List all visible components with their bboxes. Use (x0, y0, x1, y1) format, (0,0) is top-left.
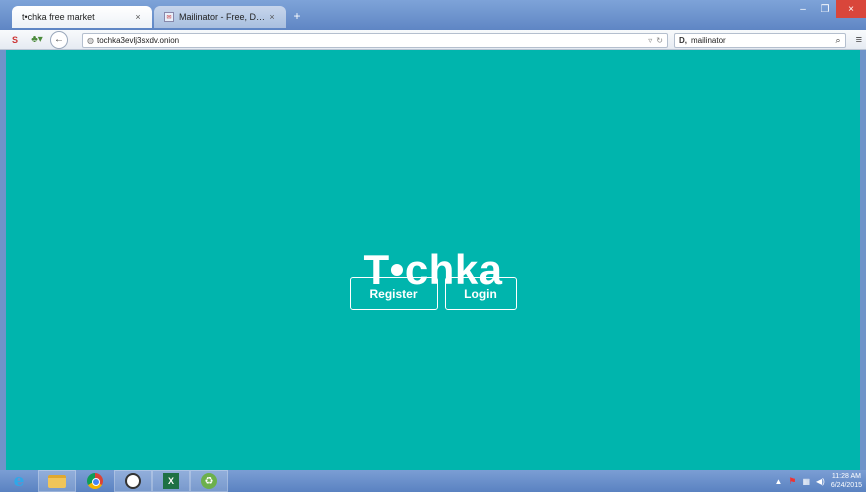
register-button[interactable]: Register (349, 277, 438, 310)
clock-time: 11:28 AM (831, 473, 861, 480)
folder-icon (48, 474, 66, 488)
tab-label: Mailinator - Free, Disposab... (179, 12, 266, 22)
url-actions: ▿ ↻ (648, 36, 667, 45)
chrome-icon (87, 473, 103, 489)
menu-icon[interactable]: ≡ (856, 34, 862, 46)
ie-icon: e (13, 471, 25, 491)
search-input[interactable]: mailinator (691, 36, 831, 45)
window-frame-right (860, 50, 866, 470)
taskbar-explorer[interactable] (38, 470, 76, 492)
auth-buttons: Register Login (6, 277, 860, 310)
network-icon[interactable]: ▦ (802, 477, 810, 486)
new-tab-button[interactable]: + (290, 9, 304, 23)
tab-label: t•chka free market (22, 12, 95, 22)
tab-tochka[interactable]: t•chka free market × (12, 6, 152, 28)
taskbar: e X ♻ ▲ ⚑ ▦ ◀) 11:28 AM 6/24/2015 (0, 470, 866, 492)
close-window-button[interactable]: × (836, 0, 866, 18)
tab-close-icon[interactable]: × (266, 12, 278, 22)
taskbar-clock[interactable]: 11:28 AM 6/24/2015 (831, 472, 862, 490)
reload-icon[interactable]: ↻ (656, 36, 663, 45)
mail-favicon-icon: ✉ (164, 12, 174, 22)
taskbar-ie[interactable]: e (0, 470, 38, 492)
tab-close-icon[interactable]: × (132, 12, 144, 22)
show-hidden-icons-icon[interactable]: ▲ (774, 477, 782, 486)
search-icon[interactable]: ⌕ (831, 35, 845, 46)
taskbar-clock-app[interactable] (114, 470, 152, 492)
navigation-bar: S ♣▾ ← ◍ tochka3evlj3sxdv.onion ▿ ↻ D, m… (0, 30, 866, 50)
taskbar-excel[interactable]: X (152, 470, 190, 492)
search-engine-icon[interactable]: D, (679, 36, 687, 45)
extension-s-icon[interactable]: S (8, 35, 22, 45)
url-bar[interactable]: ◍ tochka3evlj3sxdv.onion ▿ ↻ (82, 33, 668, 48)
tab-mailinator[interactable]: ✉ Mailinator - Free, Disposab... × (154, 6, 286, 28)
minimize-button[interactable]: – (792, 0, 814, 18)
page-content: T•chka Register Login (6, 50, 860, 470)
action-center-flag-icon[interactable]: ⚑ (788, 476, 796, 487)
clock-app-icon (125, 473, 141, 489)
restore-button[interactable]: ❐ (814, 0, 836, 18)
url-text[interactable]: tochka3evlj3sxdv.onion (97, 36, 648, 45)
login-button[interactable]: Login (444, 277, 517, 310)
taskbar-tor[interactable]: ♻ (190, 470, 228, 492)
recycle-icon: ♻ (201, 473, 217, 489)
taskbar-chrome[interactable] (76, 470, 114, 492)
back-button[interactable]: ← (50, 30, 68, 49)
system-tray: ▲ ⚑ ▦ ◀) 11:28 AM 6/24/2015 (774, 470, 862, 492)
window-controls: – ❐ × (792, 0, 866, 18)
volume-icon[interactable]: ◀) (816, 477, 825, 486)
search-bar[interactable]: D, mailinator ⌕ (674, 33, 846, 48)
globe-icon: ◍ (87, 36, 94, 45)
excel-icon: X (163, 473, 179, 489)
clock-date: 6/24/2015 (830, 482, 862, 489)
dropdown-arrow-icon[interactable]: ▿ (648, 36, 652, 45)
tor-onion-icon[interactable]: ♣▾ (30, 34, 44, 45)
tab-bar: t•chka free market × ✉ Mailinator - Free… (0, 0, 866, 30)
